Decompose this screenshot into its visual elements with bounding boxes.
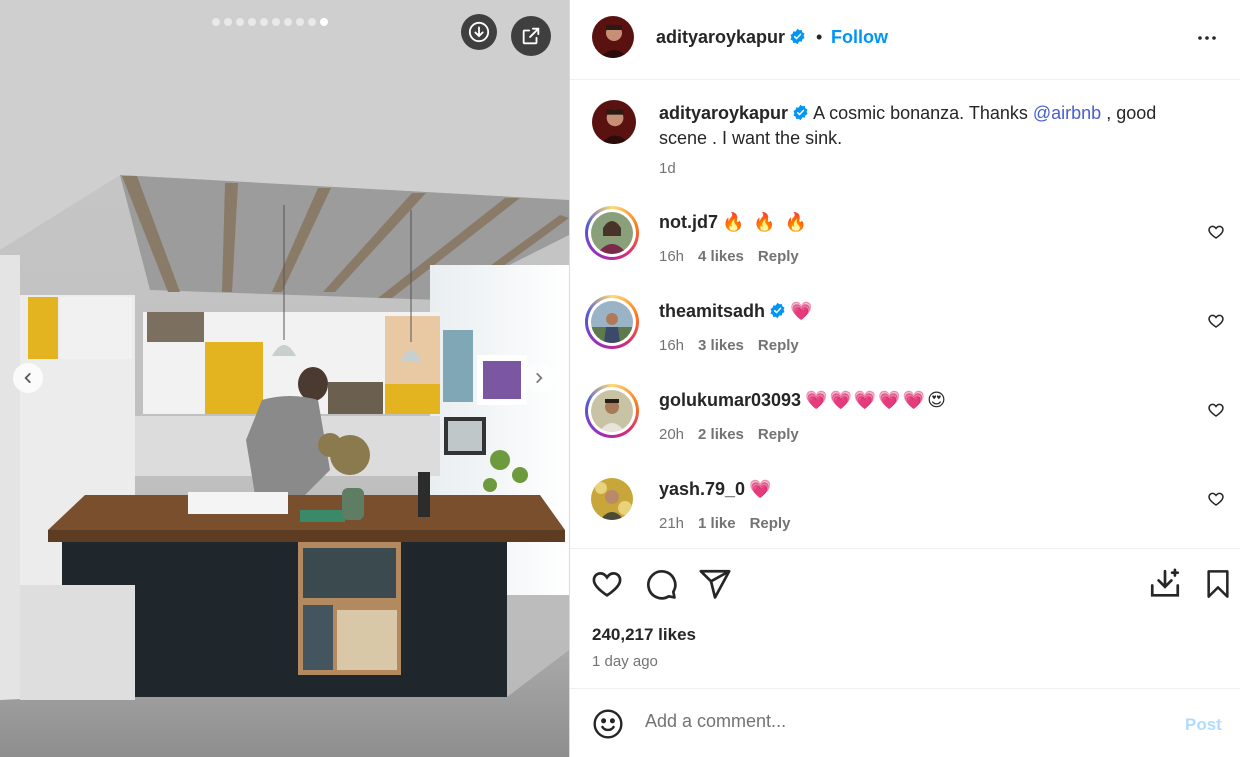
comment-item: golukumar03093 💗💗💗💗💗😍 20h 2 likes Reply (570, 384, 1240, 464)
previous-image-button[interactable] (13, 363, 43, 393)
comment-time[interactable]: 16h (659, 337, 684, 354)
post-comment-button[interactable]: Post (1185, 715, 1222, 735)
comment-time[interactable]: 20h (659, 426, 684, 443)
comment-text: 🔥 🔥 🔥 (722, 212, 810, 232)
commenter-avatar[interactable] (591, 478, 633, 520)
comment-text: 💗 (749, 479, 774, 499)
commenter-avatar[interactable] (585, 295, 639, 349)
comment-composer: Post (570, 688, 1240, 757)
commenter-avatar[interactable] (585, 206, 639, 260)
verified-badge-icon (793, 104, 808, 121)
like-comment-heart-icon[interactable] (1207, 312, 1225, 330)
download-circle-icon (468, 21, 490, 43)
post-timestamp[interactable]: 1 day ago (592, 653, 658, 670)
like-comment-heart-icon[interactable] (1207, 223, 1225, 241)
comment-text: 💗 (790, 301, 815, 321)
commenter-avatar[interactable] (585, 384, 639, 438)
post-actions: 240,217 likes 1 day ago (570, 548, 1240, 688)
header-separator: • (816, 27, 823, 47)
comment-time[interactable]: 21h (659, 515, 684, 532)
carousel-dot (284, 18, 292, 26)
emoji-smile-icon[interactable] (592, 708, 624, 740)
download-button[interactable] (461, 14, 497, 50)
comment-item: not.jd7 🔥 🔥 🔥 16h 4 likes Reply (570, 206, 1240, 286)
next-image-button[interactable] (524, 363, 554, 393)
chevron-right-icon (536, 373, 543, 383)
carousel-dot (212, 18, 220, 26)
carousel-dot (296, 18, 304, 26)
carousel-indicator (212, 18, 328, 26)
reply-button[interactable]: Reply (750, 515, 791, 532)
reply-button[interactable]: Reply (758, 248, 799, 265)
comment-likes[interactable]: 1 like (698, 515, 736, 532)
likes-count[interactable]: 240,217 likes (592, 625, 696, 645)
commenter-username[interactable]: golukumar03093 (659, 390, 801, 410)
comment-input[interactable] (645, 711, 1165, 732)
caption-timestamp[interactable]: 1d (659, 160, 676, 177)
caption-text-before: A cosmic bonanza. Thanks (813, 103, 1033, 123)
save-download-icon[interactable] (1148, 567, 1182, 601)
caption-username[interactable]: adityaroykapur (659, 103, 788, 123)
post-photo (0, 0, 569, 757)
carousel-dot (248, 18, 256, 26)
reply-button[interactable]: Reply (758, 426, 799, 443)
carousel-dot (320, 18, 328, 26)
commenter-username[interactable]: not.jd7 (659, 212, 718, 232)
heart-icon[interactable] (590, 567, 624, 601)
carousel-dot (260, 18, 268, 26)
author-username[interactable]: adityaroykapur (656, 27, 806, 48)
carousel-dot (236, 18, 244, 26)
caption-mention[interactable]: @airbnb (1033, 103, 1101, 123)
comment-text: 💗💗💗💗💗😍 (805, 390, 948, 410)
open-external-button[interactable] (511, 16, 551, 56)
post-details-panel: adityaroykapur • Follow adityaroykapur A… (569, 0, 1240, 757)
post-dialog: adityaroykapur • Follow adityaroykapur A… (0, 0, 1240, 757)
carousel-dot (272, 18, 280, 26)
post-caption: adityaroykapur A cosmic bonanza. Thanks … (659, 101, 1199, 151)
commenter-username[interactable]: theamitsadh (659, 301, 765, 321)
open-external-icon (522, 27, 540, 45)
post-media[interactable] (0, 0, 569, 757)
carousel-dot (224, 18, 232, 26)
bookmark-icon[interactable] (1202, 567, 1234, 601)
caption-author-avatar[interactable] (592, 100, 636, 144)
reply-button[interactable]: Reply (758, 337, 799, 354)
author-avatar[interactable] (592, 16, 634, 58)
comment-icon[interactable] (644, 567, 678, 601)
more-horizontal-icon[interactable] (1195, 26, 1219, 50)
share-icon[interactable] (698, 567, 732, 601)
comment-likes[interactable]: 2 likes (698, 426, 744, 443)
post-header: adityaroykapur • Follow (570, 0, 1240, 80)
comment-likes[interactable]: 4 likes (698, 248, 744, 265)
comment-item: theamitsadh 💗 16h 3 likes Reply (570, 295, 1240, 375)
verified-badge-icon (790, 28, 805, 45)
comment-time[interactable]: 16h (659, 248, 684, 265)
comment-likes[interactable]: 3 likes (698, 337, 744, 354)
like-comment-heart-icon[interactable] (1207, 401, 1225, 419)
comment-item: yash.79_0 💗 21h 1 like Reply (570, 473, 1240, 553)
carousel-dot (308, 18, 316, 26)
verified-badge-icon (770, 302, 785, 319)
chevron-left-icon (24, 373, 31, 383)
like-comment-heart-icon[interactable] (1207, 490, 1225, 508)
author-username-text[interactable]: adityaroykapur (656, 27, 785, 47)
commenter-username[interactable]: yash.79_0 (659, 479, 745, 499)
follow-button[interactable]: Follow (831, 27, 888, 48)
